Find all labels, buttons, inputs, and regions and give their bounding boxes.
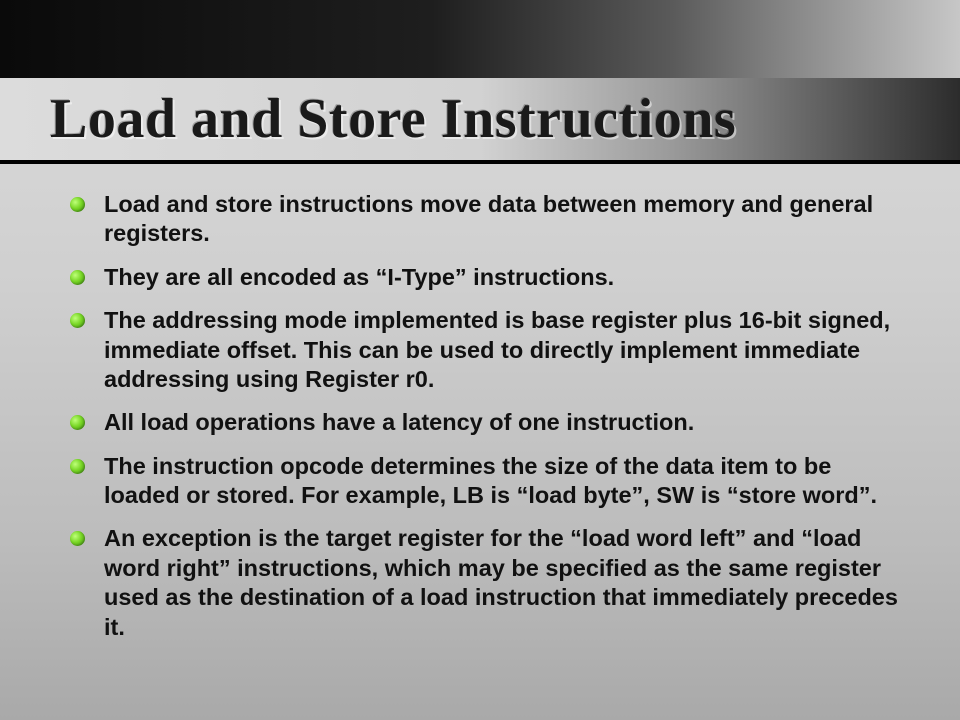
bullet-item: They are all encoded as “I-Type” instruc… [70, 263, 900, 292]
bullet-item: Load and store instructions move data be… [70, 190, 900, 249]
slide-body: Load and store instructions move data be… [70, 190, 900, 656]
slide-title: Load and Store Instructions [0, 87, 736, 151]
header-band [0, 0, 960, 78]
bullet-item: The addressing mode implemented is base … [70, 306, 900, 394]
bullet-item: An exception is the target register for … [70, 524, 900, 642]
title-divider [0, 160, 960, 164]
bullet-item: All load operations have a latency of on… [70, 408, 900, 437]
slide: Load and Store Instructions Load and sto… [0, 0, 960, 720]
bullet-list: Load and store instructions move data be… [70, 190, 900, 642]
bullet-item: The instruction opcode determines the si… [70, 452, 900, 511]
title-bar: Load and Store Instructions [0, 78, 960, 160]
